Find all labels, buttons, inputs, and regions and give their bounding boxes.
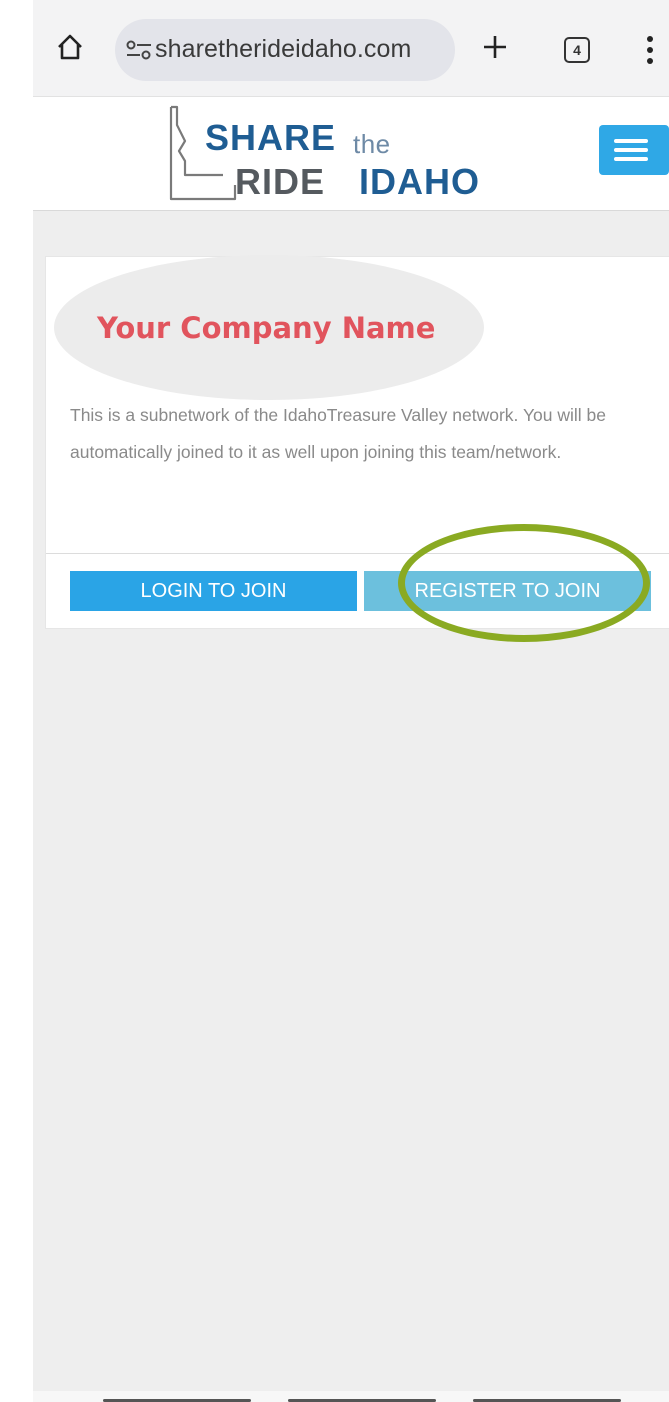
address-bar[interactable]: sharetherideidaho.com: [115, 19, 455, 81]
site-header: SHARE the RIDE IDAHO: [33, 97, 669, 211]
logo-the-text: the: [353, 129, 391, 159]
site-settings-icon[interactable]: [125, 39, 153, 61]
url-text[interactable]: sharetherideidaho.com: [155, 35, 411, 64]
hamburger-icon: [614, 139, 648, 143]
home-icon[interactable]: [55, 32, 85, 62]
new-tab-icon[interactable]: [480, 32, 510, 62]
company-name: Your Company Name: [97, 311, 436, 345]
logo-share-text: SHARE: [205, 117, 337, 158]
logo-ride-text: RIDE: [235, 161, 326, 202]
login-to-join-button[interactable]: LOGIN TO JOIN: [70, 571, 357, 611]
register-highlight-annotation: [398, 524, 650, 642]
logo-idaho-text: IDAHO: [359, 161, 480, 202]
tabs-icon[interactable]: 4: [564, 37, 590, 63]
site-logo[interactable]: SHARE the RIDE IDAHO: [163, 103, 503, 203]
network-description: This is a subnetwork of the IdahoTreasur…: [70, 405, 606, 462]
more-menu-icon[interactable]: [645, 35, 655, 65]
hamburger-menu-button[interactable]: [599, 125, 669, 175]
browser-toolbar: sharetherideidaho.com 4: [33, 0, 669, 97]
system-navigation-bar: [33, 1391, 669, 1402]
